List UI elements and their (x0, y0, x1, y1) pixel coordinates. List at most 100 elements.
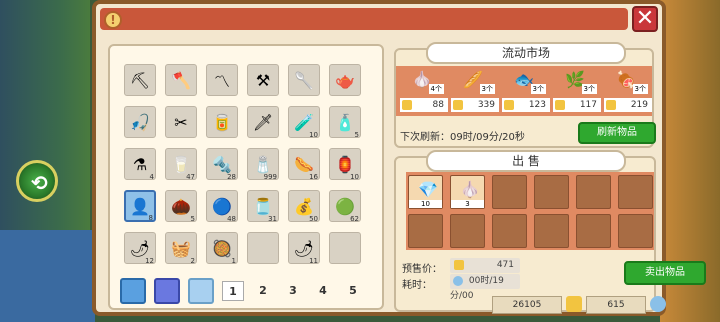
gem-tab-icon[interactable] (188, 278, 214, 304)
item-count: 47 (186, 173, 195, 181)
gem-amount: 615 (586, 296, 646, 314)
flow-market: 流动市场 🧄 4个 88 🥖 3个 339 🐟 3个 123 🌿 3个 117 🍖 3个 219 下次刷新：… (394, 42, 656, 148)
inventory-slot[interactable]: 🟢 62 (329, 190, 361, 223)
inventory-slot[interactable]: 🌭 16 (288, 148, 320, 181)
page-4[interactable]: 4 (312, 281, 334, 301)
inventory-slot[interactable]: 🗡 (247, 106, 279, 138)
item-icon: 🔵 (212, 196, 232, 216)
item-icon: ⛏ (129, 70, 151, 90)
inventory-slot[interactable]: ⛏ (124, 64, 156, 96)
item-icon: 🌶 (293, 238, 315, 258)
item-icon: 🌶 (129, 238, 151, 258)
time-value-box: 00时/19分/00 (450, 274, 520, 301)
inventory-slot[interactable]: 🥘 1 (206, 232, 238, 265)
refresh-timer: 下次刷新：09时/09分/20秒 (400, 132, 525, 143)
presale-value-box: 471 (450, 258, 520, 273)
inventory-slot[interactable]: ⚗ 4 (124, 148, 156, 181)
item-icon: ⚒ (255, 70, 271, 90)
inventory-slot[interactable]: 🫙 31 (247, 190, 279, 223)
sell-panel: 出 售 💎 10 🧄 3 预售价： 471 耗时： 00时/19分/00 卖出物品 (394, 150, 706, 312)
page-3[interactable]: 3 (282, 281, 304, 301)
price-value: 117 (579, 100, 597, 110)
item-icon: 🧂 (253, 154, 273, 174)
inventory-slot[interactable]: 🔩 28 (206, 148, 238, 181)
sell-slot[interactable]: 💎 10 (408, 175, 443, 209)
item-icon: 🫙 (253, 196, 273, 216)
item-icon: 💰 (294, 196, 314, 216)
inventory-slot[interactable]: ✂ (165, 106, 197, 138)
sell-slot[interactable] (534, 175, 569, 209)
item-icon: 🔩 (212, 154, 232, 174)
coin-icon (555, 100, 565, 110)
page-1[interactable]: 1 (222, 281, 244, 301)
market-price: 88 (400, 98, 448, 112)
page-5[interactable]: 5 (342, 281, 364, 301)
inventory-grid: ⛏ 🪓 〽 ⚒ 🥄 🫖 🎣 ✂ 🥫 🗡 🧪 10 🧴 5 ⚗ 4 🥛 47 🔩 28 🧂 999 🌭 16 🏮 10 👤 8 🌰 5 🔵 48… (124, 64, 361, 306)
item-icon: 🌭 (294, 154, 314, 174)
presale-label: 预售价： (402, 264, 442, 275)
item-count: 10 (309, 131, 318, 139)
close-button[interactable]: ✕ (632, 6, 658, 32)
item-count: 11 (309, 257, 318, 265)
item-icon: 🫖 (335, 70, 355, 90)
info-icon[interactable]: ! (104, 11, 122, 29)
stock-count: 3个 (530, 84, 546, 94)
sell-slot[interactable] (450, 214, 485, 248)
sell-slot[interactable]: 🧄 3 (450, 175, 485, 209)
sell-slot[interactable] (618, 214, 653, 248)
inventory-slot[interactable]: 🥄 (288, 64, 320, 96)
sell-slot[interactable] (492, 175, 527, 209)
inventory-slot[interactable]: 🧪 10 (288, 106, 320, 139)
sell-slot[interactable] (408, 214, 443, 248)
price-value: 339 (477, 100, 495, 110)
sell-item-count: 10 (409, 200, 442, 208)
sell-button[interactable]: 卖出物品 (624, 261, 706, 285)
bag-tab-icon[interactable] (154, 278, 180, 304)
inventory-slot[interactable]: 〽 (206, 64, 238, 96)
item-count: 2 (190, 257, 195, 265)
inventory-slot[interactable]: 🧂 999 (247, 148, 279, 181)
inventory-slot[interactable]: 🪓 (165, 64, 197, 96)
inventory-slot[interactable]: 🎣 (124, 106, 156, 138)
inventory-slot[interactable]: 🧴 5 (329, 106, 361, 139)
sell-grid: 💎 10 🧄 3 (406, 172, 654, 250)
inventory-slot[interactable]: ⚒ (247, 64, 279, 96)
page-2[interactable]: 2 (252, 281, 274, 301)
sell-slot[interactable] (576, 175, 611, 209)
inventory-slot[interactable]: 🌰 5 (165, 190, 197, 223)
sell-slot[interactable] (492, 214, 527, 248)
coin-icon (454, 260, 464, 270)
inventory-slot[interactable]: 💰 50 (288, 190, 320, 223)
stock-count: 3个 (632, 84, 648, 94)
inventory-slot[interactable]: 🧺 2 (165, 232, 197, 265)
item-count: 48 (227, 215, 236, 223)
inventory-slot[interactable]: 👤 8 (124, 190, 156, 222)
item-count: 16 (309, 173, 318, 181)
grid-tab-icon[interactable] (120, 278, 146, 304)
time-label: 耗时： (402, 280, 432, 291)
sell-slot[interactable] (618, 175, 653, 209)
inventory-slot[interactable]: 🌶 12 (124, 232, 156, 265)
inventory-slot[interactable]: 🌶 11 (288, 232, 320, 265)
item-icon: 🪓 (171, 70, 191, 90)
inventory-slot[interactable] (247, 232, 279, 264)
item-icon: 🥫 (212, 112, 232, 132)
side-menu-icon: ⟲ (31, 171, 48, 195)
side-menu-button[interactable]: ⟲ (16, 160, 58, 202)
stock-count: 3个 (479, 84, 495, 94)
item-count: 62 (350, 215, 359, 223)
inventory-slot[interactable] (329, 232, 361, 264)
inventory-slot[interactable]: 🥛 47 (165, 148, 197, 181)
coin-icon (453, 100, 463, 110)
coin-icon (606, 100, 616, 110)
inventory-slot[interactable]: 🔵 48 (206, 190, 238, 223)
item-count: 10 (350, 173, 359, 181)
currency-footer: 26105 615 (492, 296, 666, 314)
market-price: 117 (553, 98, 601, 112)
sell-slot[interactable] (576, 214, 611, 248)
inventory-slot[interactable]: 🫖 (329, 64, 361, 96)
refresh-button[interactable]: 刷新物品 (578, 122, 656, 144)
sell-slot[interactable] (534, 214, 569, 248)
inventory-slot[interactable]: 🏮 10 (329, 148, 361, 181)
inventory-slot[interactable]: 🥫 (206, 106, 238, 138)
